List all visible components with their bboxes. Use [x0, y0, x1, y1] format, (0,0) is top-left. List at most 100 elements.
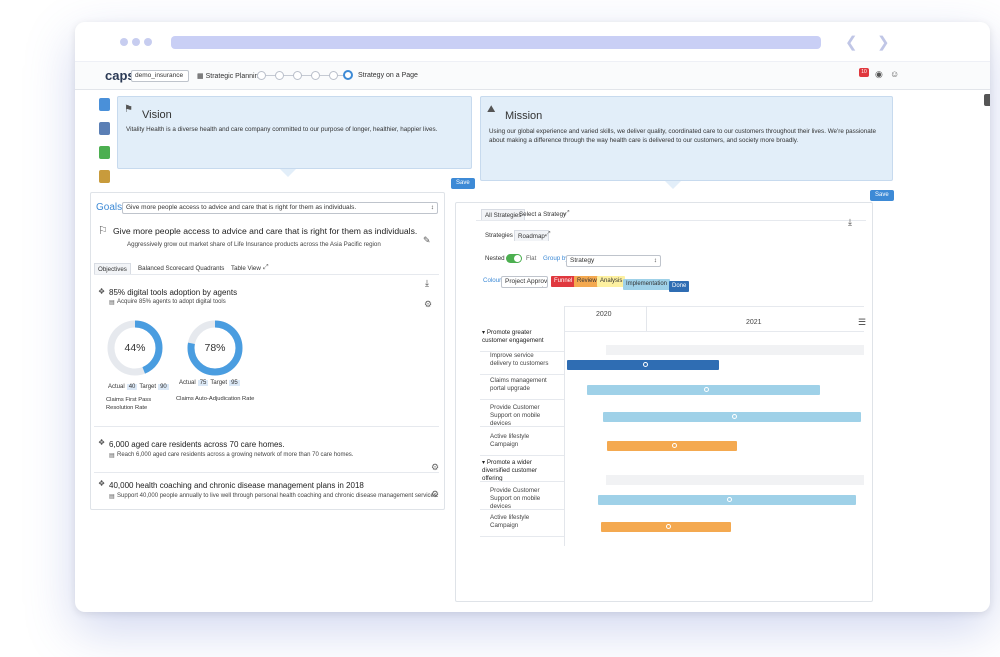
gantt-bar-handle[interactable] [703, 387, 709, 392]
step-dot[interactable] [311, 71, 320, 80]
megaphone-icon: ⚑ [124, 104, 133, 115]
dashboard-icon[interactable] [99, 98, 110, 111]
roadmap-group-track [606, 475, 864, 485]
goal-headline: Give more people access to advice and ca… [113, 226, 418, 236]
step-dot[interactable] [293, 71, 302, 80]
roadmap-row-divider [480, 536, 564, 537]
chart-icon[interactable] [99, 146, 110, 159]
notification-badge[interactable]: 10 [859, 68, 869, 77]
stage-chip-implementation[interactable]: Implementation [623, 279, 671, 290]
gantt-bar-handle[interactable] [727, 497, 732, 502]
gantt-gridline [564, 306, 565, 546]
step-dot[interactable] [329, 71, 338, 80]
current-step-label: Strategy on a Page [358, 72, 418, 79]
target-label: Target [139, 384, 157, 390]
expand-icon[interactable]: ⤢ [263, 264, 269, 272]
step-dot-active[interactable] [343, 70, 353, 80]
chevron-down-icon: ↕ [430, 204, 434, 211]
nav-strategic-planning[interactable]: ▦ Strategic Planning [197, 72, 262, 80]
collapse-panel-handle[interactable] [984, 94, 990, 106]
kpi-actual-target: Actual 40 Target 90 [108, 384, 171, 390]
step-dot[interactable] [275, 71, 284, 80]
browser-chrome: ❮ ❯ [75, 22, 990, 62]
tab-table-view[interactable]: Table View [228, 263, 264, 274]
roadmap-row-label[interactable]: Improve service delivery to customers [490, 352, 554, 368]
menu-icon[interactable]: ☰ [858, 317, 866, 328]
document-icon[interactable] [99, 122, 110, 135]
mission-box[interactable]: ⛰ Mission Using our global experience an… [480, 96, 893, 181]
gantt-bar-handle[interactable] [666, 524, 671, 529]
roadmap-group-track [606, 345, 864, 355]
workspace-value: demo_insurance [135, 72, 184, 79]
user-icon[interactable]: ☺ [890, 69, 899, 79]
document-icon: ▤ [109, 300, 115, 306]
tab-objectives[interactable]: Objectives [94, 263, 131, 274]
download-icon[interactable]: ⤓ [848, 217, 852, 228]
workspace-select[interactable]: demo_insurance ▾ [131, 70, 189, 82]
roadmap-row-label[interactable]: Provide Customer Support on mobile devic… [490, 487, 554, 511]
browser-window: ❮ ❯ capsifi demo_insurance ▾ ▦ Strategic… [75, 22, 990, 612]
folder-icon[interactable] [99, 170, 110, 183]
actual-value: 75 [197, 380, 209, 386]
roadmap-group-label[interactable]: ▾ Promote a wider diversified customer o… [482, 459, 554, 483]
mission-save-button[interactable]: Save [870, 190, 894, 201]
kpi-percent: 78% [204, 342, 226, 354]
target-value: 90 [158, 384, 169, 390]
mountain-flag-icon: ⛰ [487, 104, 496, 115]
edit-pencil-icon[interactable]: ✎ [423, 235, 431, 246]
gantt-bar-handle[interactable] [672, 443, 677, 448]
stage-chip-funnel[interactable]: Funnel [551, 276, 576, 287]
tab-roadmap[interactable]: Roadmap [514, 230, 549, 241]
address-bar[interactable] [171, 36, 821, 49]
grid-icon: ▦ [197, 73, 204, 80]
objective-title: 6,000 aged care residents across 70 care… [109, 440, 285, 449]
objective-divider [94, 472, 439, 473]
gantt-bar-handle[interactable] [643, 362, 648, 367]
expand-icon[interactable]: ⤢ [564, 210, 570, 218]
roadmap-row-label[interactable]: Active lifestyle Campaign [490, 433, 554, 449]
gear-icon[interactable]: ⚙ [424, 299, 432, 310]
kpi-percent: 44% [124, 342, 146, 354]
objective-title: 85% digital tools adoption by agents [109, 288, 238, 297]
window-dot-icon [120, 38, 128, 46]
goal-select[interactable]: Give more people access to advice and ca… [122, 202, 438, 214]
colour-label: Colour [483, 277, 502, 284]
flag-icon: ⚐ [98, 225, 108, 237]
stage-chip-review[interactable]: Review [574, 276, 600, 287]
tab-balanced-scorecard[interactable]: Balanced Scorecard Quadrants [135, 263, 227, 274]
back-arrow-icon[interactable]: ❮ [845, 33, 858, 51]
group-by-select[interactable]: Strategy ↕ [566, 255, 661, 267]
tab-strategies[interactable]: Strategies [482, 230, 516, 241]
location-icon[interactable]: ◉ [875, 69, 883, 80]
tab-divider [476, 220, 866, 221]
colour-select[interactable]: Project Approv↕ [501, 276, 548, 288]
stage-chip-done[interactable]: Done [669, 281, 690, 292]
gantt-bar-handle[interactable] [732, 414, 737, 419]
download-icon[interactable]: ⤓ [425, 278, 429, 289]
gantt-gridline [646, 306, 647, 331]
vision-save-button[interactable]: Save [451, 178, 475, 189]
target-value: 95 [229, 380, 240, 386]
vision-title: Vision [142, 109, 172, 121]
expand-icon[interactable]: ⤢ [545, 231, 551, 239]
forward-arrow-icon[interactable]: ❯ [877, 33, 890, 51]
year-label: 2020 [596, 311, 612, 318]
flat-label: Flat [526, 255, 537, 262]
mission-title: Mission [505, 110, 543, 122]
roadmap-row-divider [480, 455, 564, 456]
stage-chip-analysis[interactable]: Analysis [597, 276, 626, 287]
strategies-panel: All Strategies Select a Strategy ⤢ ⤓ Str… [455, 202, 873, 602]
nested-flat-toggle[interactable] [506, 254, 522, 263]
objective-icon: ❖ [98, 287, 106, 296]
tab-select-strategy[interactable]: Select a Strategy [516, 209, 569, 220]
objective-subtitle: Support 40,000 people annually to live w… [117, 493, 439, 499]
vision-box[interactable]: ⚑ Vision Vitality Health is a diverse he… [117, 96, 472, 169]
roadmap-row-label[interactable]: Claims management portal upgrade [490, 377, 554, 393]
goal-select-value: Give more people access to advice and ca… [126, 204, 357, 211]
year-label: 2021 [746, 319, 762, 326]
step-dot[interactable] [257, 71, 266, 80]
roadmap-row-label[interactable]: Active lifestyle Campaign [490, 514, 554, 530]
roadmap-group-label[interactable]: ▾ Promote greater customer engagement [482, 329, 554, 345]
roadmap-row-label[interactable]: Provide Customer Support on mobile devic… [490, 404, 554, 428]
gear-icon[interactable]: ⚙ [431, 489, 439, 500]
